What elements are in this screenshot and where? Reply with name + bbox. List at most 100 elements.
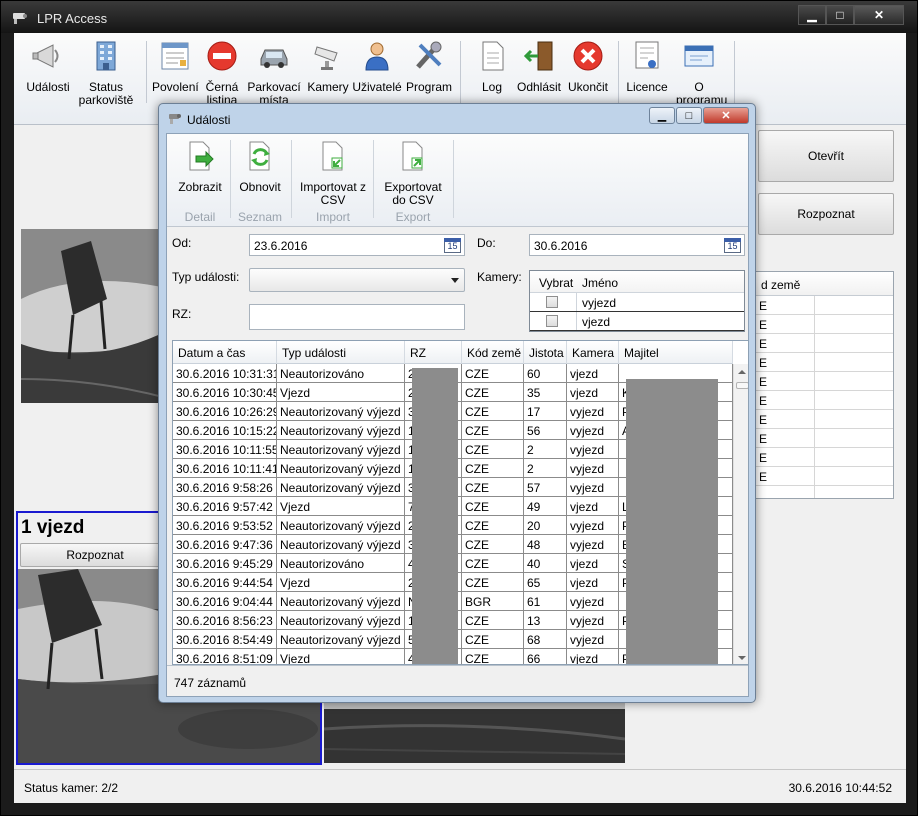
header-confidence[interactable]: Jistota	[524, 341, 567, 364]
camera-checkbox[interactable]	[546, 296, 558, 308]
cell-event-type: Neautorizovaný výjezd	[277, 421, 405, 440]
plate-table-row[interactable]: E	[753, 334, 893, 353]
ribbon-label: Povolení	[152, 80, 199, 94]
ribbon-parking-places-button[interactable]: Parkovací místa	[246, 39, 302, 107]
cell-country-code: CZE	[462, 516, 524, 535]
export-csv-label: Exportovat do CSV	[384, 180, 442, 207]
header-datetime[interactable]: Datum a čas	[173, 341, 277, 364]
camera-checkbox[interactable]	[546, 315, 558, 327]
ribbon-users-button[interactable]: Uživatelé	[352, 39, 402, 94]
cell-country-code: CZE	[462, 535, 524, 554]
events-grid[interactable]: Datum a čas Typ události RZ Kód země Jistota…	[172, 340, 749, 665]
cell-camera: vyjezd	[567, 459, 619, 478]
plate-table-header[interactable]: d země	[753, 272, 893, 296]
plate-table-row[interactable]: E	[753, 372, 893, 391]
header-owner[interactable]: Majitel	[619, 341, 733, 364]
dialog-titlebar[interactable]: Události ▁ □ ✕	[159, 104, 755, 132]
plate-table-row[interactable]: E	[753, 353, 893, 372]
cell-country-code: BGR	[462, 592, 524, 611]
ribbon-blacklist-button[interactable]: Černá listina	[204, 39, 240, 107]
event-type-select[interactable]	[249, 268, 465, 292]
ribbon-permissions-button[interactable]: Povolení	[152, 39, 199, 94]
export-icon	[402, 141, 423, 171]
export-csv-button[interactable]: Exportovat do CSV	[381, 140, 445, 207]
header-camera[interactable]: Kamera	[567, 341, 619, 364]
ribbon-logout-button[interactable]: Odhlásit	[514, 39, 564, 94]
scroll-down-icon[interactable]	[738, 656, 746, 660]
header-event-type[interactable]: Typ události	[277, 341, 405, 364]
main-titlebar[interactable]: LPR Access ▁ □ ✕	[1, 1, 917, 33]
ribbon-log-button[interactable]: Log	[474, 39, 510, 94]
header-rz[interactable]: RZ	[405, 341, 462, 364]
building-icon	[96, 41, 116, 71]
ribbon-program-button[interactable]: Program	[406, 39, 452, 94]
plate-table-row[interactable]: E	[753, 315, 893, 334]
ribbon-separator	[453, 140, 454, 218]
cell-camera: vyjezd	[567, 630, 619, 649]
ribbon-parking-status-button[interactable]: Status parkoviště	[76, 39, 136, 107]
cell-confidence: 61	[524, 592, 567, 611]
ribbon-events-button[interactable]: Události	[26, 39, 70, 94]
redacted-owner-column	[626, 379, 718, 664]
refresh-button[interactable]: Obnovit	[235, 140, 285, 194]
camera-list-row[interactable]: vyjezd	[530, 293, 744, 312]
megaphone-icon	[32, 44, 59, 68]
camera-list-row[interactable]: vjezd	[530, 312, 744, 331]
cell-confidence: 17	[524, 402, 567, 421]
dialog-footer	[167, 665, 748, 698]
ribbon-label: Kamery	[307, 80, 349, 94]
cell-datetime: 30.6.2016 10:15:22	[173, 421, 277, 440]
plate-table-row[interactable]: E	[753, 296, 893, 315]
events-dialog: Události ▁ □ ✕ Zobrazit Obnovit Importov…	[158, 103, 756, 703]
calendar-icon[interactable]: 15	[724, 238, 741, 253]
import-csv-button[interactable]: Importovat z CSV	[299, 140, 367, 207]
maximize-button[interactable]: □	[826, 5, 854, 25]
cell-confidence: 48	[524, 535, 567, 554]
minimize-button[interactable]: ▁	[798, 5, 826, 25]
open-label: Otevřít	[807, 149, 844, 163]
plate-country-cell: E	[759, 413, 768, 427]
cell-event-type: Neautorizovaný výjezd	[277, 611, 405, 630]
plate-table-row[interactable]: E	[753, 429, 893, 448]
dialog-maximize-button[interactable]: □	[676, 107, 702, 124]
cell-camera: vjezd	[567, 383, 619, 402]
open-gate-button[interactable]: Otevřít	[758, 130, 894, 182]
to-date-field[interactable]: 30.6.2016 15	[529, 234, 745, 256]
ribbon-quit-button[interactable]: Ukončit	[566, 39, 610, 94]
ribbon-separator	[291, 140, 292, 218]
cell-confidence: 2	[524, 440, 567, 459]
recognize-button[interactable]: Rozpoznat	[758, 193, 894, 235]
door-exit-icon	[523, 41, 553, 71]
header-name: Jméno	[582, 276, 619, 290]
cell-camera: vjezd	[567, 573, 619, 592]
camera-1-recognize-button[interactable]: Rozpoznat	[20, 543, 170, 567]
cell-country-code: CZE	[462, 402, 524, 421]
plate-table-row[interactable]: E	[753, 410, 893, 429]
cell-event-type: Neautorizováno	[277, 364, 405, 383]
maximize-icon: □	[836, 8, 844, 22]
close-button[interactable]: ✕	[854, 5, 904, 25]
show-button[interactable]: Zobrazit	[173, 140, 227, 194]
header-country-code[interactable]: Kód země	[462, 341, 524, 364]
grid-vertical-scrollbar[interactable]	[733, 364, 748, 664]
from-date-field[interactable]: 23.6.2016 15	[249, 234, 465, 256]
plate-table-row[interactable]: E	[753, 391, 893, 410]
cell-country-code: CZE	[462, 649, 524, 664]
rz-input[interactable]	[249, 304, 465, 330]
ribbon-license-button[interactable]: Licence	[624, 39, 670, 94]
ribbon-about-button[interactable]: O programu	[676, 39, 727, 107]
cell-confidence: 66	[524, 649, 567, 664]
calendar-icon[interactable]: 15	[444, 238, 461, 253]
plate-table-row[interactable]: E	[753, 467, 893, 486]
dialog-minimize-button[interactable]: ▁	[649, 107, 675, 124]
camera-status: Status kamer: 2/2	[24, 781, 119, 795]
scroll-thumb[interactable]	[736, 382, 748, 389]
record-count: 747 záznamů	[174, 676, 247, 690]
cell-camera: vyjezd	[567, 478, 619, 497]
plate-table-row[interactable]: E	[753, 448, 893, 467]
ribbon-cameras-button[interactable]: Kamery	[306, 39, 350, 94]
dialog-close-button[interactable]: ✕	[703, 107, 749, 124]
document-icon	[482, 41, 504, 71]
minimize-icon: ▁	[807, 8, 817, 22]
scroll-up-icon[interactable]	[738, 370, 746, 374]
